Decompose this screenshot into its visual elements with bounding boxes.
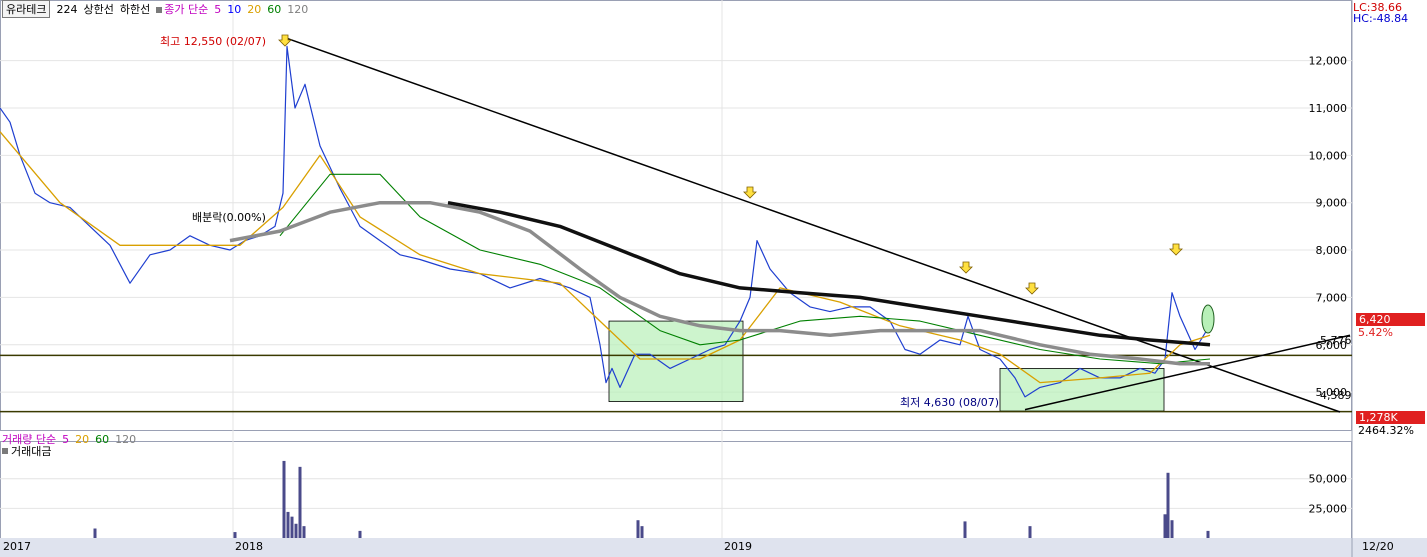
axis-ticks: 12,00011,00010,0009,0008,0007,0006,0005,… — [1309, 55, 1348, 516]
rights-annotation: 배분락(0.00%) — [192, 211, 266, 224]
current-price-badge: 6,420 — [1356, 313, 1425, 326]
volume-bar — [1206, 530, 1210, 538]
volume-panel-frame — [0, 441, 1352, 539]
volume-bar — [298, 466, 302, 538]
x-label-2017: 2017 — [3, 540, 31, 553]
volume-tick-label: 50,000 — [1309, 473, 1348, 486]
legend-square-icon — [156, 7, 163, 13]
volume-bar — [636, 520, 640, 538]
volume-bar — [290, 516, 294, 538]
volume-title: 거래대금 — [2, 443, 51, 459]
price-tick-label: 10,000 — [1309, 149, 1348, 162]
down-arrow-icon — [1169, 243, 1183, 256]
ma-period-60: 60 — [267, 2, 282, 16]
low-annotation: 최저 4,630 (08/07) — [900, 396, 1000, 409]
legend-square-icon — [2, 448, 8, 454]
volume-bar — [93, 528, 97, 538]
volume-tick-label: 25,000 — [1309, 502, 1348, 515]
highlight-ellipse — [1201, 304, 1215, 334]
series-line — [447, 200, 1211, 347]
volume-bars — [93, 460, 1210, 538]
high-annotation: 최고 12,550 (02/07) — [160, 35, 267, 48]
date-label: 12/20 — [1362, 540, 1394, 553]
volume-bar — [302, 526, 306, 538]
change-percent: 5.42% — [1358, 326, 1393, 339]
vol-period-5: 5 — [62, 432, 70, 446]
volume-bar — [282, 460, 286, 538]
ma-period-20: 20 — [247, 2, 262, 16]
indicator-value: 224 — [56, 2, 78, 16]
price-legend: 유라테크 224 상한선 하한선 종가 단순 5 10 20 60 120 — [2, 0, 309, 18]
vol-period-120: 120 — [115, 432, 137, 446]
down-arrow-icon — [743, 186, 757, 199]
ma-legend: 종가 단순 — [156, 1, 208, 17]
x-label-2018: 2018 — [235, 540, 263, 553]
volume-bar — [233, 532, 237, 538]
ma-period-10: 10 — [227, 2, 242, 16]
price-tick-label: 9,000 — [1316, 197, 1348, 210]
volume-title-label: 거래대금 — [11, 445, 52, 458]
consolidation-box — [608, 320, 744, 402]
volume-bar — [963, 521, 967, 538]
x-label-2019: 2019 — [724, 540, 752, 553]
ma-label: 종가 단순 — [164, 3, 209, 16]
volume-bar — [1163, 514, 1167, 538]
ma-period-5: 5 — [214, 2, 222, 16]
volume-bar — [1166, 472, 1170, 538]
stock-name[interactable]: 유라테크 — [2, 0, 51, 18]
vol-period-20: 20 — [75, 432, 90, 446]
down-arrow-icon — [1025, 282, 1039, 295]
price-tick-label: 12,000 — [1309, 55, 1348, 68]
price-tick-label: 11,000 — [1309, 102, 1348, 115]
level-lower-label: 4,589 — [1320, 389, 1352, 402]
price-tick-label: 7,000 — [1316, 291, 1348, 304]
panel-frames — [0, 0, 1427, 557]
x-axis-band — [0, 538, 1427, 557]
volume-bar — [286, 511, 290, 538]
level-upper-label: 5,776 — [1320, 334, 1352, 347]
volume-badge: 1,278K — [1356, 411, 1425, 424]
volume-bar — [640, 526, 644, 538]
volume-percent: 2464.32% — [1358, 424, 1414, 437]
lower-limit-label: 하한선 — [119, 3, 151, 16]
down-arrow-icon — [278, 34, 292, 47]
upper-limit-label: 상한선 — [83, 3, 114, 16]
volume-bar — [1028, 526, 1032, 538]
stock-chart: 12,00011,00010,0009,0008,0007,0006,0005,… — [0, 0, 1427, 557]
volume-bar — [294, 523, 298, 538]
grid-lines — [0, 0, 1352, 538]
hc-value: HC:-48.84 — [1353, 12, 1409, 25]
volume-bar — [358, 530, 362, 538]
ma-period-120: 120 — [287, 2, 309, 16]
vol-period-60: 60 — [95, 432, 110, 446]
volume-bar — [1170, 520, 1174, 538]
down-arrow-icon — [959, 261, 973, 274]
price-tick-label: 8,000 — [1316, 244, 1348, 257]
